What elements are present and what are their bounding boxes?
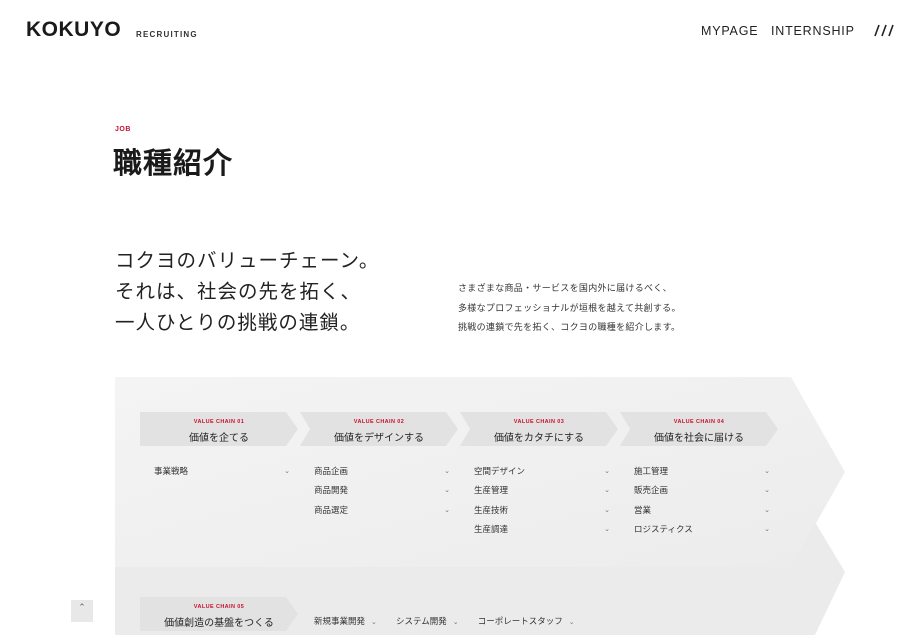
job-item-label: 商品開発 — [314, 486, 349, 497]
description: さまざまな商品・サービスを国内外に届けるべく、 多様なプロフェッショナルが垣根を… — [458, 280, 681, 339]
chain-title: 価値をデザインする — [334, 433, 424, 444]
page-title: 職種紹介 — [113, 146, 234, 180]
scroll-top-button[interactable]: ⌃ — [71, 600, 93, 622]
chain-label: VALUE CHAIN 02 — [353, 419, 405, 425]
job-item-label: 商品企画 — [314, 467, 349, 477]
job-item[interactable]: 事業戦略 ⌄ — [154, 465, 290, 484]
job-item[interactable]: 生産管理 ⌄ — [474, 484, 610, 503]
chevron-down-icon: ⌄ — [764, 467, 770, 475]
chevron-down-icon: ⌄ — [452, 618, 459, 626]
job-item[interactable]: 新規事業開発 ⌄ — [314, 615, 377, 627]
job-item[interactable]: コーポレートスタッフ ⌄ — [478, 615, 575, 627]
job-item-label: 商品選定 — [314, 505, 349, 516]
job-item[interactable]: 生産技術 ⌄ — [474, 504, 610, 523]
job-item[interactable]: システム開発 ⌄ — [396, 615, 459, 627]
value-chain-05[interactable]: VALUE CHAIN 05 価値創造の基盤をつくる — [140, 597, 300, 631]
description-line: 挑戦の連鎖で先を拓く、コクヨの職種を紹介します。 — [458, 323, 681, 333]
chevron-down-icon: ⌄ — [284, 467, 290, 475]
chevron-down-icon: ⌄ — [764, 486, 770, 495]
lead-line: それは、社会の先を拓く、 — [115, 280, 362, 303]
job-item-label: 空間デザイン — [474, 467, 526, 477]
chevron-down-icon: ⌄ — [604, 486, 610, 495]
job-item[interactable]: ロジスティクス ⌄ — [634, 523, 770, 542]
job-list-03: 空間デザイン ⌄ 生産管理 ⌄ 生産技術 ⌄ 生産調達 ⌄ — [474, 465, 610, 542]
chain-title: 価値を社会に届ける — [654, 433, 744, 444]
chevron-down-icon: ⌄ — [604, 524, 610, 533]
value-chain-03[interactable]: VALUE CHAIN 03 価値をカタチにする — [460, 412, 620, 446]
chevron-down-icon: ⌄ — [444, 486, 450, 495]
job-item[interactable]: 商品開発 ⌄ — [314, 484, 450, 503]
chevron-down-icon: ⌄ — [444, 505, 450, 514]
lead-copy: コクヨのバリューチェーン。 それは、社会の先を拓く、 一人ひとりの挑戦の連鎖。 — [115, 245, 379, 338]
description-line: さまざまな商品・サービスを国内外に届けるべく、 — [458, 284, 672, 294]
job-item[interactable]: 商品選定 ⌄ — [314, 504, 450, 523]
nav-mypage[interactable]: MYPAGE — [701, 24, 758, 38]
job-item[interactable]: 生産調達 ⌄ — [474, 523, 610, 542]
chevron-down-icon: ⌄ — [764, 505, 770, 514]
lead-line: コクヨのバリューチェーン。 — [115, 249, 380, 272]
menu-icon[interactable] — [870, 23, 896, 37]
job-item-label: 生産技術 — [474, 505, 509, 516]
chain-label: VALUE CHAIN 03 — [513, 419, 565, 425]
description-line: 多様なプロフェッショナルが垣根を越えて共創する。 — [458, 303, 681, 314]
job-item-label: 施工管理 — [634, 467, 669, 477]
job-item-label: システム開発 — [395, 617, 447, 627]
job-item-label: 営業 — [634, 505, 652, 516]
value-chain-01[interactable]: VALUE CHAIN 01 価値を企てる — [140, 412, 300, 446]
chevron-down-icon: ⌄ — [764, 524, 770, 533]
chain-title: 価値をカタチにする — [493, 433, 585, 444]
site-header: KOKUYO RECRUITING MYPAGE INTERNSHIP — [0, 0, 915, 62]
chain-label: VALUE CHAIN 05 — [193, 604, 245, 610]
job-item-label: コーポレートスタッフ — [477, 617, 563, 627]
job-list-05: 新規事業開発 ⌄ システム開発 ⌄ コーポレートスタッフ ⌄ — [314, 609, 589, 628]
job-item-label: ロジスティクス — [634, 524, 693, 535]
chain-title: 価値創造の基盤をつくる — [164, 618, 274, 629]
chevron-down-icon: ⌄ — [604, 467, 610, 475]
chain-title: 価値を企てる — [189, 433, 249, 444]
job-item-label: 生産管理 — [474, 486, 509, 497]
value-chain-02[interactable]: VALUE CHAIN 02 価値をデザインする — [300, 412, 460, 446]
job-item-label: 生産調達 — [474, 524, 509, 535]
chain-label: VALUE CHAIN 01 — [193, 419, 245, 425]
job-item[interactable]: 施工管理 ⌄ — [634, 465, 770, 484]
chevron-down-icon: ⌄ — [604, 505, 610, 514]
job-item-label: 新規事業開発 — [314, 617, 366, 627]
job-list-02: 商品企画 ⌄ 商品開発 ⌄ 商品選定 ⌄ — [314, 465, 450, 523]
chevron-down-icon: ⌄ — [568, 618, 575, 626]
section-label: JOB — [115, 126, 131, 133]
job-item[interactable]: 販売企画 ⌄ — [634, 484, 770, 503]
job-item[interactable]: 空間デザイン ⌄ — [474, 465, 610, 484]
logo-subtitle: RECRUITING — [136, 30, 198, 39]
chevron-down-icon: ⌄ — [371, 618, 377, 626]
job-item-label: 事業戦略 — [154, 467, 189, 477]
chevron-up-icon: ⌃ — [78, 603, 86, 613]
nav-internship[interactable]: INTERNSHIP — [771, 24, 855, 38]
job-item[interactable]: 商品企画 ⌄ — [314, 465, 450, 484]
job-list-01: 事業戦略 ⌄ — [154, 465, 290, 484]
job-item[interactable]: 営業 ⌄ — [634, 504, 770, 523]
chevron-down-icon: ⌄ — [444, 467, 450, 475]
lead-line: 一人ひとりの挑戦の連鎖。 — [115, 311, 361, 334]
job-list-04: 施工管理 ⌄ 販売企画 ⌄ 営業 ⌄ ロジスティクス ⌄ — [634, 465, 770, 542]
logo[interactable]: KOKUYO — [26, 18, 121, 42]
job-item-label: 販売企画 — [634, 486, 669, 497]
chain-label: VALUE CHAIN 04 — [673, 419, 725, 425]
value-chain-04[interactable]: VALUE CHAIN 04 価値を社会に届ける — [620, 412, 780, 446]
